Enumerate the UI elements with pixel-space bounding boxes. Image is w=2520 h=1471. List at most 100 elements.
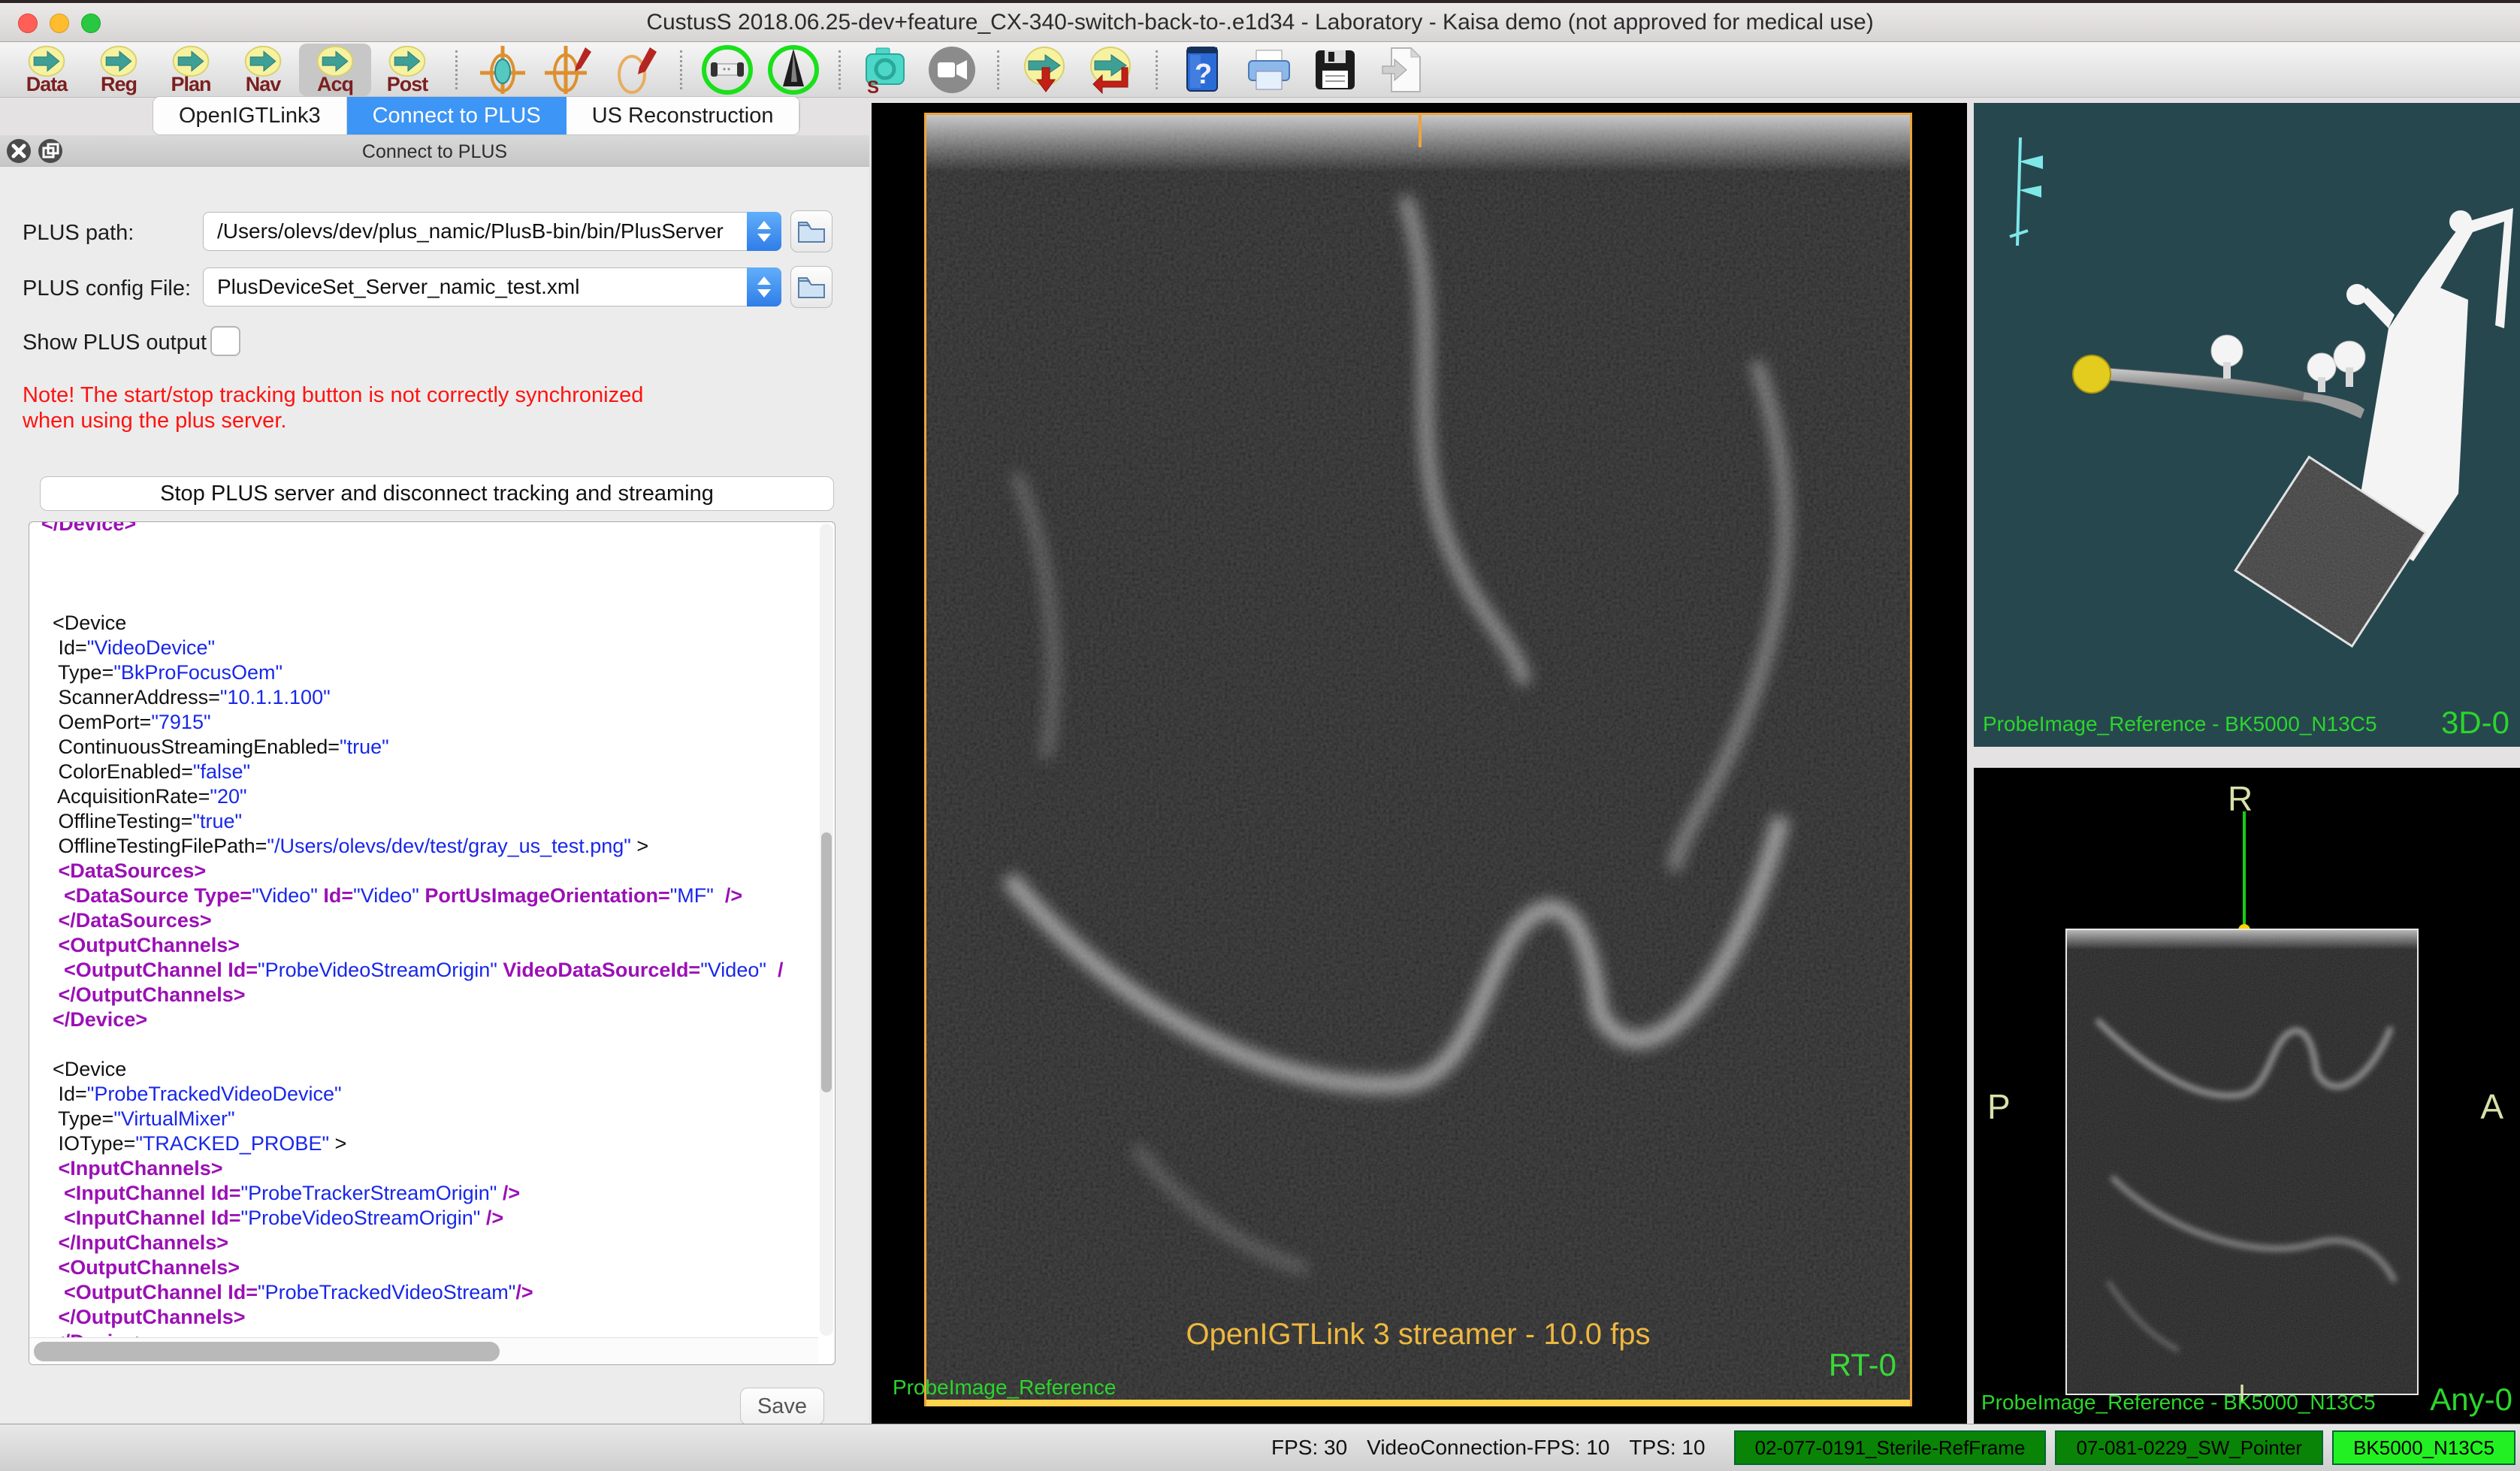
show-plus-output-checkbox[interactable] xyxy=(210,326,240,356)
reference-frame-axis-icon xyxy=(2010,137,2043,246)
tracking-toggle-button[interactable] xyxy=(694,44,760,96)
crosshair-pen-icon xyxy=(543,44,594,95)
orientation-label-r: R xyxy=(2228,778,2253,819)
plus-config-label: PLUS config File: xyxy=(23,276,191,301)
us-slice-image xyxy=(2065,929,2419,1395)
plugin-tabbar: OpenIGTLink3 Connect to PLUS US Reconstr… xyxy=(153,96,800,135)
mode-button-data[interactable]: Data xyxy=(11,44,83,96)
plus-path-combobox[interactable]: /Users/olevs/dev/plus_namic/PlusB-bin/bi… xyxy=(203,212,781,251)
pointer-tip-sphere xyxy=(2073,355,2111,393)
xml-code-scroll[interactable]: </Device> <Device Id="VideoDevice" Type=… xyxy=(29,522,818,1337)
show-plus-output-label: Show PLUS output xyxy=(23,331,207,355)
xml-code: </Device> <Device Id="VideoDevice" Type=… xyxy=(41,522,818,1337)
note-text-line2: when using the plus server. xyxy=(23,409,286,433)
main-toolbar: Data Reg Plan Nav Acq Post xyxy=(0,42,2520,98)
toolbar-separator xyxy=(838,50,841,89)
tool-visibility-button[interactable] xyxy=(760,44,826,96)
pointer-tool-model xyxy=(2073,335,2365,418)
status-bar: FPS: 30 VideoConnection-FPS: 10 TPS: 10 … xyxy=(0,1424,2520,1471)
source-caption: ProbeImage_Reference - BK5000_N13C5 xyxy=(1981,1391,2376,1415)
help-book-icon: ? xyxy=(1184,46,1222,94)
mode-button-label: Post xyxy=(387,73,428,96)
source-caption: ProbeImage_Reference - BK5000_N13C5 xyxy=(1983,712,2377,736)
mode-button-plan[interactable]: Plan xyxy=(155,44,227,96)
tool-status-badge-refframe: 02-077-0191_Sterile-RefFrame xyxy=(1734,1430,2047,1465)
plus-path-value: /Users/olevs/dev/plus_namic/PlusB-bin/bi… xyxy=(204,219,747,243)
3d-scene xyxy=(1974,103,2520,747)
mode-button-nav[interactable]: Nav xyxy=(227,44,299,96)
browse-plus-config-button[interactable] xyxy=(790,266,832,308)
plus-path-label: PLUS path: xyxy=(23,221,134,246)
vertical-scrollbar-thumb[interactable] xyxy=(821,832,832,1092)
view-corner-label: Any-0 xyxy=(2430,1382,2512,1418)
tps-indicator: TPS: 10 xyxy=(1629,1436,1705,1460)
mode-button-label: Acq xyxy=(317,73,353,96)
render-fps-indicator: FPS: 30 xyxy=(1271,1436,1347,1460)
frame-top-tick xyxy=(1419,113,1422,147)
mode-button-label: Plan xyxy=(171,73,210,96)
browse-plus-path-button[interactable] xyxy=(790,210,832,252)
tool-status-badge-probe: BK5000_N13C5 xyxy=(2332,1430,2515,1465)
any-plane-2d-view[interactable]: R P A I ProbeImage_Re xyxy=(1974,768,2520,1424)
application-window: CustusS 2018.06.25-dev+feature_CX-340-sw… xyxy=(0,0,2520,1471)
orientation-label-a: A xyxy=(2480,1086,2503,1127)
source-caption: ProbeImage_Reference xyxy=(893,1376,1116,1400)
plus-config-value: PlusDeviceSet_Server_namic_test.xml xyxy=(204,275,747,299)
save-button[interactable]: Save xyxy=(740,1388,824,1425)
video-camera-icon xyxy=(927,45,977,95)
arrow-import-down-icon xyxy=(1023,45,1066,95)
tab-us-reconstruction[interactable]: US Reconstruction xyxy=(567,97,800,134)
panel-body: PLUS path: /Users/olevs/dev/plus_namic/P… xyxy=(0,167,869,1424)
tool-probe-icon xyxy=(766,44,820,95)
toolbar-separator xyxy=(455,50,458,89)
crosshair-target-icon xyxy=(477,44,528,95)
arrow-return-icon xyxy=(1089,45,1132,95)
plus-config-combobox[interactable]: PlusDeviceSet_Server_namic_test.xml xyxy=(203,267,781,307)
ultrasound-image xyxy=(2067,930,2417,1394)
realtime-2d-view[interactable]: V RT-0 xyxy=(872,103,1967,1424)
svg-text:S: S xyxy=(867,77,879,95)
stepper-icon[interactable] xyxy=(747,267,781,307)
toolbar-separator xyxy=(1156,50,1158,89)
screenshot-button[interactable]: S xyxy=(853,44,919,96)
svg-text:?: ? xyxy=(1195,59,1212,90)
save-session-button[interactable] xyxy=(1302,44,1368,96)
window-title: CustusS 2018.06.25-dev+feature_CX-340-sw… xyxy=(0,0,2520,42)
vertical-scrollbar[interactable] xyxy=(820,524,833,1336)
3d-view[interactable]: ProbeImage_Reference - BK5000_N13C5 3D-0 xyxy=(1974,103,2520,747)
mode-button-label: Data xyxy=(26,73,68,96)
note-text-line1: Note! The start/stop tracking button is … xyxy=(23,383,643,408)
ultrasound-image xyxy=(926,115,1910,1404)
plus-config-editor[interactable]: </Device> <Device Id="VideoDevice" Type=… xyxy=(29,521,835,1365)
record-video-button[interactable] xyxy=(919,44,985,96)
us-image-frame: RT-0 OpenIGTLink 3 streamer - 10.0 fps xyxy=(924,113,1912,1406)
mode-button-post[interactable]: Post xyxy=(371,44,443,96)
center-to-tooltip-button[interactable] xyxy=(470,44,536,96)
mode-button-label: Nav xyxy=(246,73,281,96)
document-arrow-icon xyxy=(1381,47,1422,93)
tab-openigtlink3[interactable]: OpenIGTLink3 xyxy=(153,97,347,134)
mode-button-reg[interactable]: Reg xyxy=(83,44,155,96)
panel-title: Connect to PLUS xyxy=(0,135,869,167)
help-button[interactable]: ? xyxy=(1170,44,1236,96)
stepper-icon[interactable] xyxy=(747,212,781,251)
horizontal-scrollbar-thumb[interactable] xyxy=(34,1342,500,1361)
mode-button-acq[interactable]: Acq xyxy=(299,44,371,96)
toolbar-separator xyxy=(997,50,999,89)
toolbar-separator xyxy=(680,50,682,89)
orientation-label-p: P xyxy=(1987,1086,2011,1127)
view-corner-label: RT-0 xyxy=(1829,1347,1896,1383)
sample-point-button[interactable] xyxy=(602,44,668,96)
import-return-button[interactable] xyxy=(1077,44,1144,96)
streamer-status-caption: OpenIGTLink 3 streamer - 10.0 fps xyxy=(1186,1318,1650,1352)
export-document-button[interactable] xyxy=(1368,44,1434,96)
title-bar: CustusS 2018.06.25-dev+feature_CX-340-sw… xyxy=(0,0,2520,42)
print-button[interactable] xyxy=(1236,44,1302,96)
import-data-button[interactable] xyxy=(1011,44,1077,96)
horizontal-scrollbar[interactable] xyxy=(29,1337,818,1364)
view-corner-label: 3D-0 xyxy=(2441,705,2509,741)
tab-connect-to-plus[interactable]: Connect to PLUS xyxy=(347,97,567,134)
center-edit-button[interactable] xyxy=(536,44,602,96)
stop-plus-server-button[interactable]: Stop PLUS server and disconnect tracking… xyxy=(40,476,834,511)
connect-to-plus-panel: Connect to PLUS PLUS path: /Users/olevs/… xyxy=(0,135,869,1424)
